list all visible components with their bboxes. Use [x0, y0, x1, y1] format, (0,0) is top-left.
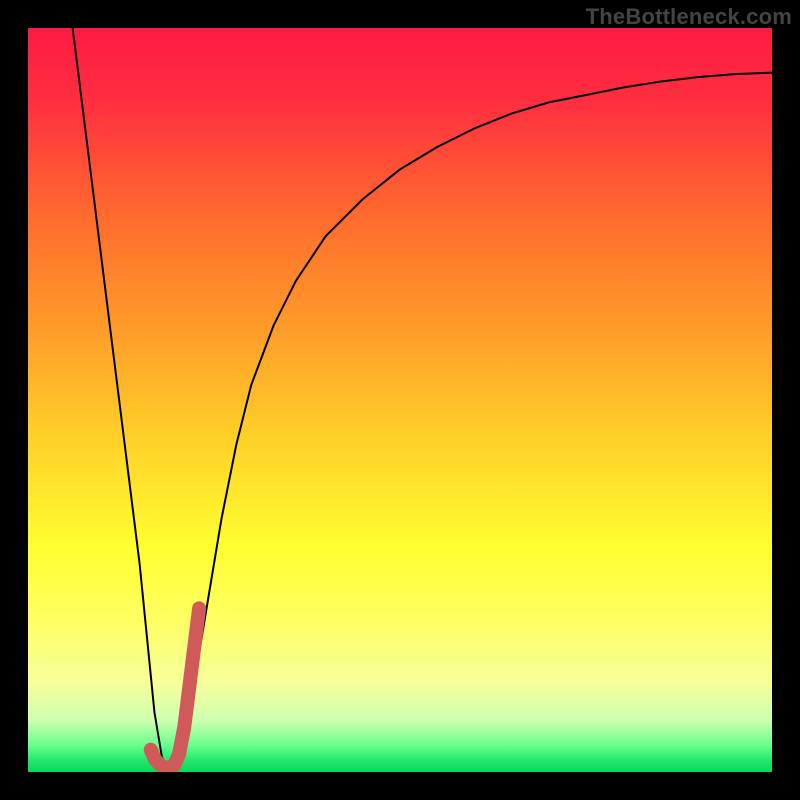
chart-frame: TheBottleneck.com: [0, 0, 800, 800]
chart-plot: [28, 28, 772, 772]
chart-background: [28, 28, 772, 772]
watermark-text: TheBottleneck.com: [586, 4, 792, 30]
